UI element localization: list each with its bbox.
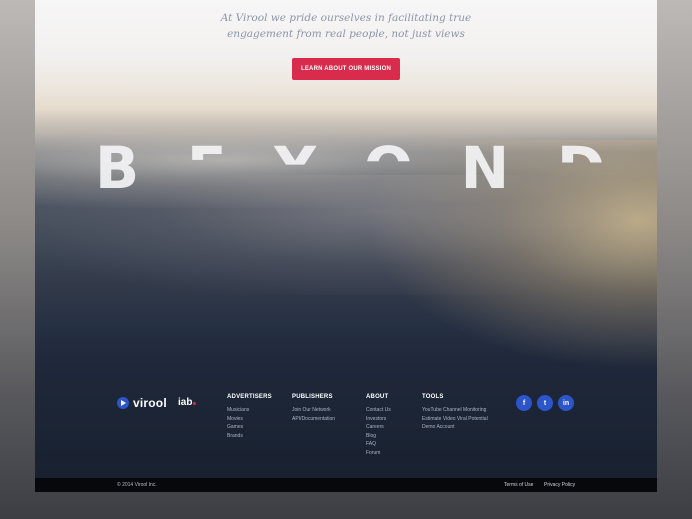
landing-page: At Virool we pride ourselves in facilita… <box>35 0 657 492</box>
column-title: ADVERTISERS <box>227 394 272 400</box>
linkedin-icon[interactable]: in <box>558 395 574 411</box>
footer-link-forum[interactable]: Forum <box>366 449 391 458</box>
headline-letter: E <box>186 134 227 202</box>
twitter-icon[interactable]: t <box>537 395 553 411</box>
footer-link-games[interactable]: Games <box>227 423 272 432</box>
headline-letter: N <box>460 134 510 202</box>
virool-logo[interactable]: virool <box>117 396 167 410</box>
headline-letter: B <box>95 134 140 202</box>
iab-name: iab <box>178 397 193 408</box>
headline-letter: Y <box>274 134 317 202</box>
column-title: ABOUT <box>366 394 389 400</box>
terms-link[interactable]: Terms of Use <box>504 482 533 488</box>
headline-letter: O <box>363 134 414 202</box>
footer-column-publishers: PUBLISHERS Join Our Network API/Document… <box>292 394 335 423</box>
brand-name: virool <box>133 396 167 410</box>
footer-link-careers[interactable]: Careers <box>366 423 391 432</box>
footer-link-demo-account[interactable]: Demo Account <box>422 423 488 432</box>
footer-link-viral-potential[interactable]: Estimate Video Viral Potential <box>422 415 488 424</box>
footer-column-about: ABOUT Contact Us Investors Careers Blog … <box>366 394 391 458</box>
footer-column-advertisers: ADVERTISERS Musicians Movies Games Brand… <box>227 394 272 440</box>
copyright-text: © 2014 Virool Inc. <box>117 482 157 488</box>
hero-tagline: At Virool we pride ourselves in facilita… <box>35 10 657 42</box>
iab-dot-icon <box>193 402 197 405</box>
twitter-glyph: t <box>543 399 547 407</box>
facebook-glyph: f <box>522 399 526 407</box>
play-icon <box>117 397 129 409</box>
footer-column-tools: TOOLS YouTube Channel Monitoring Estimat… <box>422 394 488 432</box>
linkedin-glyph: in <box>562 399 570 407</box>
footer-link-api-docs[interactable]: API/Documentation <box>292 415 335 424</box>
footer-link-contact[interactable]: Contact Us <box>366 406 391 415</box>
headline-letter: D <box>556 134 605 202</box>
learn-mission-button[interactable]: LEARN ABOUT OUR MISSION <box>292 58 400 80</box>
footer-link-movies[interactable]: Movies <box>227 415 272 424</box>
footer-link-musicians[interactable]: Musicians <box>227 406 272 415</box>
footer-link-channel-monitoring[interactable]: YouTube Channel Monitoring <box>422 406 488 415</box>
facebook-icon[interactable]: f <box>516 395 532 411</box>
footer-link-join-network[interactable]: Join Our Network <box>292 406 335 415</box>
tagline-line-2: engagement from real people, not just vi… <box>227 28 465 40</box>
iab-logo: iab <box>178 397 197 408</box>
footer-link-investors[interactable]: Investors <box>366 415 391 424</box>
footer-link-brands[interactable]: Brands <box>227 432 272 441</box>
column-title: TOOLS <box>422 394 444 400</box>
tagline-line-1: At Virool we pride ourselves in facilita… <box>220 12 472 24</box>
footer-link-faq[interactable]: FAQ <box>366 440 391 449</box>
footer-link-blog[interactable]: Blog <box>366 432 391 441</box>
privacy-link[interactable]: Privacy Policy <box>544 482 575 488</box>
hero-headline: B E Y O N D <box>95 133 605 203</box>
column-title: PUBLISHERS <box>292 394 333 400</box>
